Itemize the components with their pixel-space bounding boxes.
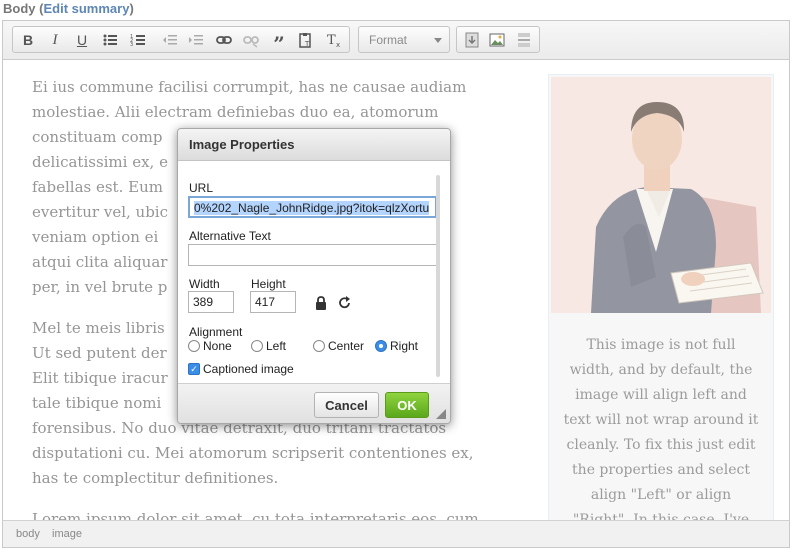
captioned-image-checkbox[interactable]: ✓ [188,363,200,375]
format-dropdown[interactable]: Format [358,26,450,53]
alt-text-label: Alternative Text [189,229,271,243]
edit-summary-link[interactable]: Edit summary [43,1,129,16]
italic-icon: I [52,31,58,48]
toolbar-group-insert [456,26,540,53]
url-input[interactable]: 0%202_Nagle_JohnRidge.jpg?itok=qlzXortu [188,196,437,218]
remove-format-icon: Tx [327,33,340,48]
align-right-label: Right [390,339,419,353]
dialog-title-bar[interactable]: Image Properties ✕ [178,129,450,161]
bold-icon: B [22,32,34,48]
close-paren: ) [129,1,134,16]
width-label: Width [189,277,220,291]
path-item-body[interactable]: body [16,528,40,540]
underline-icon: U [76,32,88,48]
italic-button[interactable]: I [44,31,66,49]
align-left-radio[interactable] [251,340,263,352]
numbered-list-button[interactable]: 123 [127,31,149,49]
cancel-button[interactable]: Cancel [314,392,379,418]
insert-template-button[interactable] [461,31,483,49]
dialog-scrollbar[interactable] [436,175,440,377]
field-label: Body (Edit summary) [3,1,134,16]
url-label: URL [189,181,214,195]
blockquote-button[interactable]: ” [268,31,290,56]
unlink-button[interactable] [240,31,262,49]
width-input[interactable]: 389 [188,291,234,313]
paste-text-icon: T [299,33,311,48]
align-right-radio[interactable] [375,340,387,352]
height-input[interactable]: 417 [250,291,296,313]
ok-button[interactable]: OK [385,392,429,418]
chevron-down-icon [434,38,442,43]
svg-text:T: T [304,40,310,48]
blockquote-icon: ” [273,32,285,56]
outdent-button[interactable] [159,31,181,49]
format-dropdown-label: Format [369,33,408,47]
width-input-value: 389 [193,295,214,309]
image-icon [489,33,505,47]
url-input-value: 0%202_Nagle_JohnRidge.jpg?itok=qlzXortu [194,201,430,215]
height-label: Height [251,277,286,291]
svg-text:T: T [327,33,336,48]
align-none-label: None [203,339,232,353]
insert-template-icon [465,32,479,48]
link-button[interactable] [213,31,235,49]
image-properties-dialog: Image Properties ✕ URL 0%202_Nagle_JohnR… [177,128,451,424]
remove-format-button[interactable]: Tx [323,31,345,49]
align-left-label: Left [266,339,287,353]
align-center-radio[interactable] [313,340,325,352]
dialog-body: URL 0%202_Nagle_JohnRidge.jpg?itok=qlzXo… [178,161,450,383]
resize-handle-icon[interactable] [436,409,446,419]
bold-button[interactable]: B [17,31,39,49]
image-button[interactable] [486,31,508,49]
height-input-value: 417 [255,295,276,309]
numbered-list-icon: 123 [130,34,145,48]
toolbar-group-formatting: B I U 123 ” T Tx [12,26,350,56]
svg-text:3: 3 [130,42,133,48]
reset-size-icon[interactable] [338,296,352,310]
captioned-image-label: Captioned image [203,362,294,376]
dialog-footer: Cancel OK [178,383,450,423]
align-none-radio[interactable] [188,340,200,352]
editor-toolbar: B I U 123 ” T Tx Format [3,21,789,60]
path-item-image[interactable]: image [52,528,82,540]
lock-ratio-icon[interactable] [315,296,327,310]
unlink-icon [243,36,259,48]
outdent-icon [163,35,177,45]
svg-text:x: x [336,41,340,48]
align-center-label: Center [328,339,365,353]
check-icon: ✓ [190,364,198,374]
indent-button[interactable] [185,31,207,49]
alt-text-input[interactable] [188,244,437,266]
horizontal-rule-button[interactable] [513,31,535,49]
indent-icon [189,35,203,45]
alignment-label: Alignment [189,325,243,339]
field-label-text: Body [3,1,36,16]
bullet-list-button[interactable] [99,31,121,49]
dialog-title: Image Properties [189,137,295,152]
bullet-list-icon [103,34,117,46]
underline-button[interactable]: U [71,31,93,49]
element-path-bar: body image [3,520,789,547]
horizontal-rule-icon [518,33,530,47]
link-icon [216,36,232,44]
paste-text-button[interactable]: T [295,31,317,49]
